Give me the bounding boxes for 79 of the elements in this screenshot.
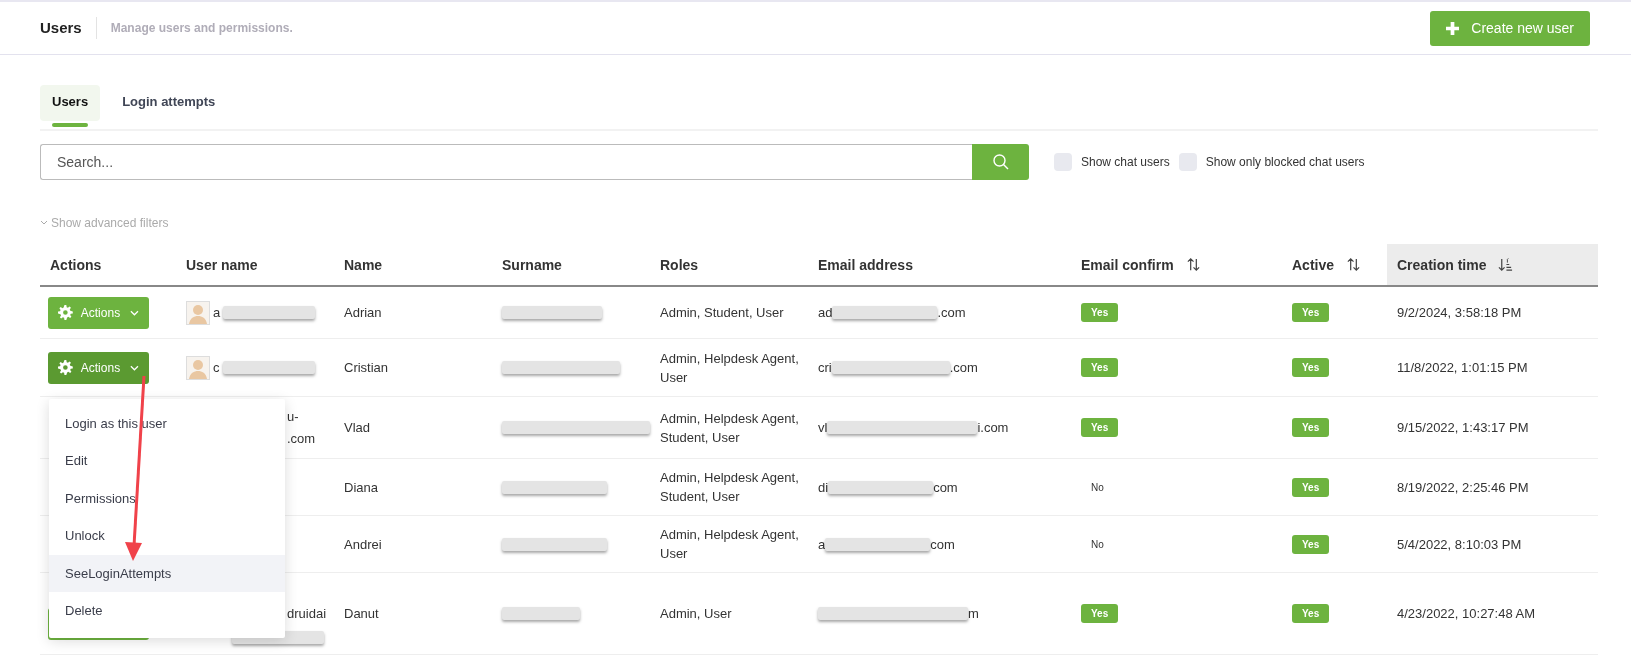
email-text: di <box>818 479 829 495</box>
table-cell: 8/19/2022, 2:25:46 PM <box>1397 479 1529 495</box>
menu-item[interactable]: SeeLoginAttempts <box>49 554 285 592</box>
column-header[interactable]: Email confirm <box>1071 244 1282 285</box>
email-text: com <box>933 479 958 495</box>
table-cell-text: Admin, Helpdesk Agent, Student, User <box>660 469 800 506</box>
sort-icon <box>1346 257 1362 272</box>
column-header[interactable]: Email address <box>808 244 1071 285</box>
email-text: ad <box>818 305 833 320</box>
status-badge: Yes <box>1081 358 1119 377</box>
table-cell-text: Admin, Student, User <box>660 304 784 322</box>
plus-icon <box>1446 21 1460 35</box>
status-badge: Yes <box>1292 604 1330 623</box>
table-cell: 11/8/2022, 1:01:15 PM <box>1397 360 1528 375</box>
search-button[interactable] <box>972 144 1029 180</box>
menu-item[interactable]: Unlock <box>49 517 285 555</box>
column-header[interactable]: Creation time <box>1387 244 1598 285</box>
menu-item[interactable]: Permissions <box>49 479 285 517</box>
sort-icon <box>1185 257 1201 272</box>
column-header[interactable]: Surname <box>492 244 650 285</box>
table-cell-text: Admin, User <box>660 605 732 623</box>
username-text: .com <box>287 429 316 448</box>
chevron-down-icon <box>40 220 48 226</box>
tab-indicator <box>52 123 89 127</box>
column-header[interactable]: Active <box>1282 244 1387 285</box>
gear-icon <box>58 305 73 320</box>
status-badge: Yes <box>1292 358 1330 377</box>
table-cell: Vlad <box>344 420 371 435</box>
username-text: c <box>213 360 220 375</box>
status-badge: Yes <box>1292 303 1330 322</box>
status-badge: Yes <box>1292 534 1330 554</box>
gear-icon <box>58 360 73 375</box>
table-cell: Danut <box>344 606 379 621</box>
status-badge: Yes <box>1081 604 1119 623</box>
status-text: No <box>1090 538 1104 550</box>
tab[interactable]: Login attempts <box>110 85 228 121</box>
menu-item[interactable]: Delete <box>49 592 285 630</box>
status-badge: Yes <box>1081 418 1119 437</box>
username-text: u- <box>287 407 300 426</box>
email-text: m <box>968 606 979 621</box>
chevron-down-icon <box>130 364 139 371</box>
table-cell: 4/23/2022, 10:27:48 AM <box>1397 606 1536 621</box>
table-cell-text: Admin, Helpdesk Agent, Student, User <box>660 409 800 447</box>
table-cell-text: Admin, Helpdesk Agent, User <box>660 349 800 387</box>
checkbox-label: Show only blocked chat users <box>1205 155 1365 169</box>
table-cell: 9/2/2024, 3:58:18 PM <box>1397 305 1522 320</box>
column-header[interactable]: User name <box>176 244 334 285</box>
status-badge: Yes <box>1292 477 1330 497</box>
menu-item[interactable]: Login as this user <box>49 404 285 442</box>
column-header[interactable]: Name <box>334 244 492 285</box>
table-cell-text: Admin, Helpdesk Agent, User <box>660 526 800 563</box>
column-header[interactable]: Roles <box>650 244 808 285</box>
email-text: .com <box>949 360 978 375</box>
email-text: i.com <box>977 420 1009 435</box>
table-cell: 5/4/2022, 8:10:03 PM <box>1397 536 1522 552</box>
sort-descending-icon <box>1498 257 1514 272</box>
page-subtitle: Manage users and permissions. <box>110 21 294 35</box>
email-text: com <box>930 536 955 552</box>
status-text: No <box>1090 481 1104 493</box>
table-cell: Adrian <box>344 305 382 320</box>
table-cell: Cristian <box>344 360 389 375</box>
email-text: .com <box>937 305 966 320</box>
email-text: a <box>818 536 826 552</box>
chevron-down-icon <box>130 309 139 316</box>
username-text: druidai <box>287 605 327 623</box>
username-text: a <box>213 305 221 320</box>
email-text: vl <box>818 420 828 435</box>
checkbox-label: Show chat users <box>1081 155 1170 169</box>
menu-item[interactable]: Edit <box>49 442 285 480</box>
search-field[interactable]: Search... <box>40 144 972 180</box>
status-badge: Yes <box>1292 418 1330 437</box>
search-icon <box>991 153 1010 171</box>
table-cell: Diana <box>344 479 378 495</box>
table-cell: Andrei <box>344 536 382 552</box>
column-header[interactable]: Actions <box>40 244 176 285</box>
table-cell: 9/15/2022, 1:43:17 PM <box>1397 420 1529 435</box>
status-badge: Yes <box>1081 303 1119 322</box>
page-title: Users <box>40 17 97 39</box>
email-text: cri <box>818 360 832 375</box>
